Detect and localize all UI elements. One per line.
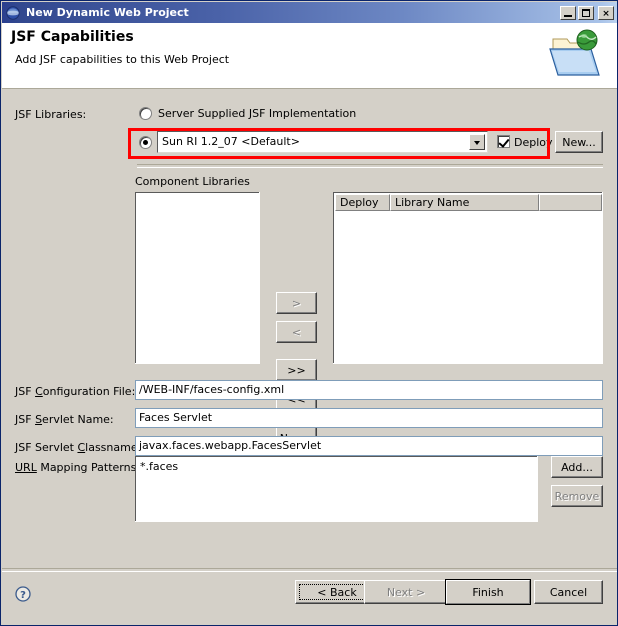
move-all-right-button-label: >> [287, 363, 306, 377]
new-jsf-library-button-label: New... [562, 135, 596, 149]
eclipse-globe-icon [5, 5, 21, 21]
table-column-extra[interactable] [539, 194, 602, 211]
move-left-button-label: < [291, 325, 302, 339]
page-title: JSF Capabilities [11, 29, 134, 45]
list-item[interactable]: *.faces [140, 460, 178, 473]
cancel-button-label: Cancel [549, 585, 588, 599]
jsf-library-combo-value: Sun RI 1.2_07 <Default> [162, 135, 300, 148]
jsf-servlet-classname-label-mnemonic: C [77, 441, 86, 454]
url-mapping-patterns-label: URL Mapping Patterns: [15, 461, 140, 474]
jsf-servlet-name-label: JSF Servlet Name: [15, 413, 114, 426]
library-section-separator [137, 164, 603, 168]
deploy-checkbox[interactable] [497, 135, 510, 148]
url-mapping-patterns-label-mnemonic: URL [15, 461, 37, 474]
jsf-servlet-classname-label-post: lassname: [85, 441, 142, 454]
finish-button-label: Finish [472, 585, 504, 599]
jsf-configuration-file-label-post: onfiguration File: [42, 385, 136, 398]
window-controls: × [560, 5, 614, 20]
title-bar: New Dynamic Web Project × [2, 2, 617, 23]
folder-globe-icon [547, 27, 605, 83]
finish-button-inner: Finish [446, 580, 530, 604]
footer-separator [2, 568, 617, 572]
help-question-icon[interactable]: ? [15, 586, 31, 602]
chevron-down-icon[interactable] [469, 134, 485, 150]
finish-button[interactable]: Finish [445, 579, 531, 605]
selected-libraries-table[interactable]: Deploy Library Name [333, 192, 603, 364]
url-mapping-patterns-list[interactable]: *.faces [135, 456, 538, 522]
wizard-header: JSF Capabilities Add JSF capabilities to… [2, 23, 617, 89]
jsf-servlet-name-input[interactable]: Faces Servlet [135, 408, 603, 428]
next-button-label: Next > [386, 585, 426, 599]
jsf-servlet-name-label-mnemonic: S [35, 413, 43, 426]
available-component-libraries-list[interactable] [135, 192, 260, 364]
jsf-library-combo[interactable]: Sun RI 1.2_07 <Default> [157, 131, 488, 153]
move-all-right-button[interactable]: >> [276, 359, 317, 381]
add-url-mapping-button-label: Add... [561, 460, 593, 474]
url-mapping-patterns-label-post: Mapping Patterns: [36, 461, 141, 474]
window-title: New Dynamic Web Project [26, 6, 189, 19]
minimize-button[interactable] [560, 5, 576, 20]
maximize-button[interactable] [578, 5, 594, 20]
dialog-window: New Dynamic Web Project × JSF Capabiliti… [0, 0, 618, 626]
table-column-library-name[interactable]: Library Name [390, 194, 539, 211]
jsf-configuration-file-label: JSF Configuration File: [15, 385, 135, 398]
new-jsf-library-button[interactable]: New... [555, 131, 603, 153]
add-url-mapping-button[interactable]: Add... [551, 456, 603, 478]
jsf-servlet-name-label-pre: JSF [15, 413, 36, 426]
server-supplied-label[interactable]: Server Supplied JSF Implementation [158, 107, 356, 120]
component-libraries-label: Component Libraries [135, 175, 250, 188]
jsf-configuration-file-label-mnemonic: C [35, 385, 43, 398]
jsf-libraries-label: JSF Libraries: [15, 108, 87, 121]
move-right-button-label: > [291, 296, 302, 310]
back-button-label: < Back [317, 585, 357, 599]
cancel-button[interactable]: Cancel [534, 580, 603, 604]
jsf-configuration-file-input[interactable]: /WEB-INF/faces-config.xml [135, 380, 603, 400]
page-subtitle: Add JSF capabilities to this Web Project [15, 53, 230, 66]
jsf-servlet-name-label-post: ervlet Name: [42, 413, 114, 426]
jsf-configuration-file-label-pre: JSF [15, 385, 36, 398]
close-button[interactable]: × [598, 5, 614, 20]
move-right-button[interactable]: > [276, 292, 317, 314]
jsf-servlet-classname-input[interactable]: javax.faces.webapp.FacesServlet [135, 436, 603, 456]
jsf-library-radio[interactable] [139, 136, 152, 149]
dialog-body: JSF Libraries: Server Supplied JSF Imple… [2, 89, 617, 625]
deploy-label[interactable]: Deploy [514, 136, 553, 149]
table-column-deploy[interactable]: Deploy [335, 194, 390, 211]
jsf-servlet-classname-label: JSF Servlet Classname: [15, 441, 141, 454]
server-supplied-radio[interactable] [139, 107, 152, 120]
next-button[interactable]: Next > [364, 580, 448, 604]
svg-text:?: ? [20, 590, 26, 601]
remove-url-mapping-button-label: Remove [554, 489, 600, 503]
jsf-servlet-classname-label-pre: JSF Servlet [15, 441, 78, 454]
remove-url-mapping-button[interactable]: Remove [551, 485, 603, 507]
move-left-button[interactable]: < [276, 321, 317, 343]
